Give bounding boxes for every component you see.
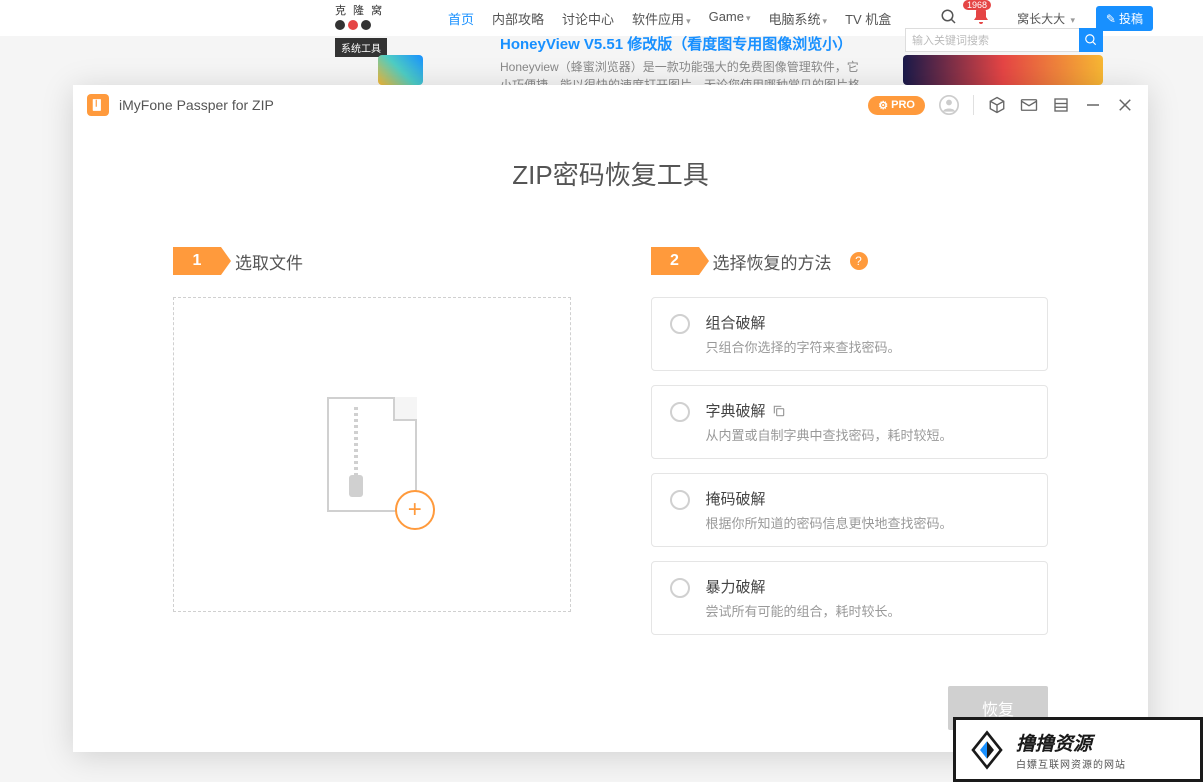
main-nav: 首页 内部攻略 讨论中心 软件应用▾ Game▾ 电脑系统▾ TV 机盒 <box>448 9 891 28</box>
article-title[interactable]: HoneyView V5.51 修改版（看度图专用图像浏览小） <box>500 33 852 54</box>
search-icon[interactable] <box>940 8 958 26</box>
app-icon <box>87 94 109 116</box>
nav-game[interactable]: Game▾ <box>709 9 751 28</box>
radio-icon <box>670 490 690 510</box>
page-title: ZIP密码恢复工具 <box>173 155 1048 192</box>
nav-system[interactable]: 电脑系统▾ <box>769 9 828 28</box>
nav-tvbox[interactable]: TV 机盒 <box>845 9 891 28</box>
article-thumbnail <box>378 55 423 85</box>
search-submit[interactable] <box>1079 28 1103 52</box>
nav-software[interactable]: 软件应用▾ <box>632 9 691 28</box>
step-1-title: 选取文件 <box>235 249 303 274</box>
category-tag[interactable]: 系统工具 <box>335 38 387 57</box>
option-desc: 根据你所知道的密码信息更快地查找密码。 <box>706 513 1030 532</box>
radio-icon <box>670 402 690 422</box>
radio-icon <box>670 578 690 598</box>
option-desc: 从内置或自制字典中查找密码，耗时较短。 <box>706 425 1030 444</box>
site-logo[interactable]: 克 隆 窝 <box>335 2 384 30</box>
modal-body: ZIP密码恢复工具 1 选取文件 <box>73 125 1148 752</box>
option-mask[interactable]: 掩码破解 根据你所知道的密码信息更快地查找密码。 <box>651 473 1049 547</box>
app-title: iMyFone Passper for ZIP <box>119 97 868 113</box>
sidebar-banner <box>903 55 1103 85</box>
logo-text: 克 隆 窝 <box>335 2 384 18</box>
mail-icon[interactable] <box>1020 96 1038 114</box>
close-button[interactable] <box>1116 96 1134 114</box>
watermark-title: 撸撸资源 <box>1016 729 1126 756</box>
nav-internal[interactable]: 内部攻略 <box>492 9 544 28</box>
account-icon[interactable] <box>939 95 959 115</box>
step-2: 2 选择恢复的方法 ? 组合破解 只组合你选择的字符来查找密码。 <box>651 247 1049 635</box>
copy-icon <box>772 404 786 418</box>
option-desc: 只组合你选择的字符来查找密码。 <box>706 337 1030 356</box>
submit-button[interactable]: ✎投稿 <box>1096 6 1153 31</box>
user-menu[interactable]: 窝长大大 ▾ <box>1017 10 1075 27</box>
recovery-options: 组合破解 只组合你选择的字符来查找密码。 字典破解 从内置或自制字典中查找密码，… <box>651 297 1049 635</box>
step-1: 1 选取文件 + <box>173 247 571 635</box>
cube-icon[interactable] <box>988 96 1006 114</box>
pro-badge[interactable]: ⚙PRO <box>868 96 925 115</box>
watermark-subtitle: 白嫖互联网资源的网站 <box>1016 756 1126 771</box>
option-combination[interactable]: 组合破解 只组合你选择的字符来查找密码。 <box>651 297 1049 371</box>
add-icon: + <box>395 490 435 530</box>
option-dictionary[interactable]: 字典破解 从内置或自制字典中查找密码，耗时较短。 <box>651 385 1049 459</box>
option-title: 组合破解 <box>706 312 766 333</box>
option-brute-force[interactable]: 暴力破解 尝试所有可能的组合，耗时较长。 <box>651 561 1049 635</box>
option-desc: 尝试所有可能的组合，耗时较长。 <box>706 601 1030 620</box>
option-title: 字典破解 <box>706 400 766 421</box>
menu-icon[interactable] <box>1052 96 1070 114</box>
step-1-number: 1 <box>173 247 221 275</box>
watermark-logo-icon <box>966 729 1008 771</box>
minimize-button[interactable] <box>1084 96 1102 114</box>
nav-discuss[interactable]: 讨论中心 <box>562 9 614 28</box>
watermark: 撸撸资源 白嫖互联网资源的网站 <box>953 717 1203 782</box>
app-window: iMyFone Passper for ZIP ⚙PRO ZIP密码恢复工具 1… <box>73 85 1148 752</box>
file-dropzone[interactable]: + <box>173 297 571 612</box>
help-icon[interactable]: ? <box>850 252 868 270</box>
option-title: 掩码破解 <box>706 488 766 509</box>
nav-home[interactable]: 首页 <box>448 9 474 28</box>
radio-icon <box>670 314 690 334</box>
notification-badge: 1968 <box>963 0 991 10</box>
step-2-title: 选择恢复的方法 <box>713 249 832 274</box>
zip-file-icon: + <box>327 397 417 512</box>
option-title: 暴力破解 <box>706 576 766 597</box>
step-2-number: 2 <box>651 247 699 275</box>
search-box[interactable]: 输入关键词搜索 <box>905 28 1095 52</box>
titlebar: iMyFone Passper for ZIP ⚙PRO <box>73 85 1148 125</box>
